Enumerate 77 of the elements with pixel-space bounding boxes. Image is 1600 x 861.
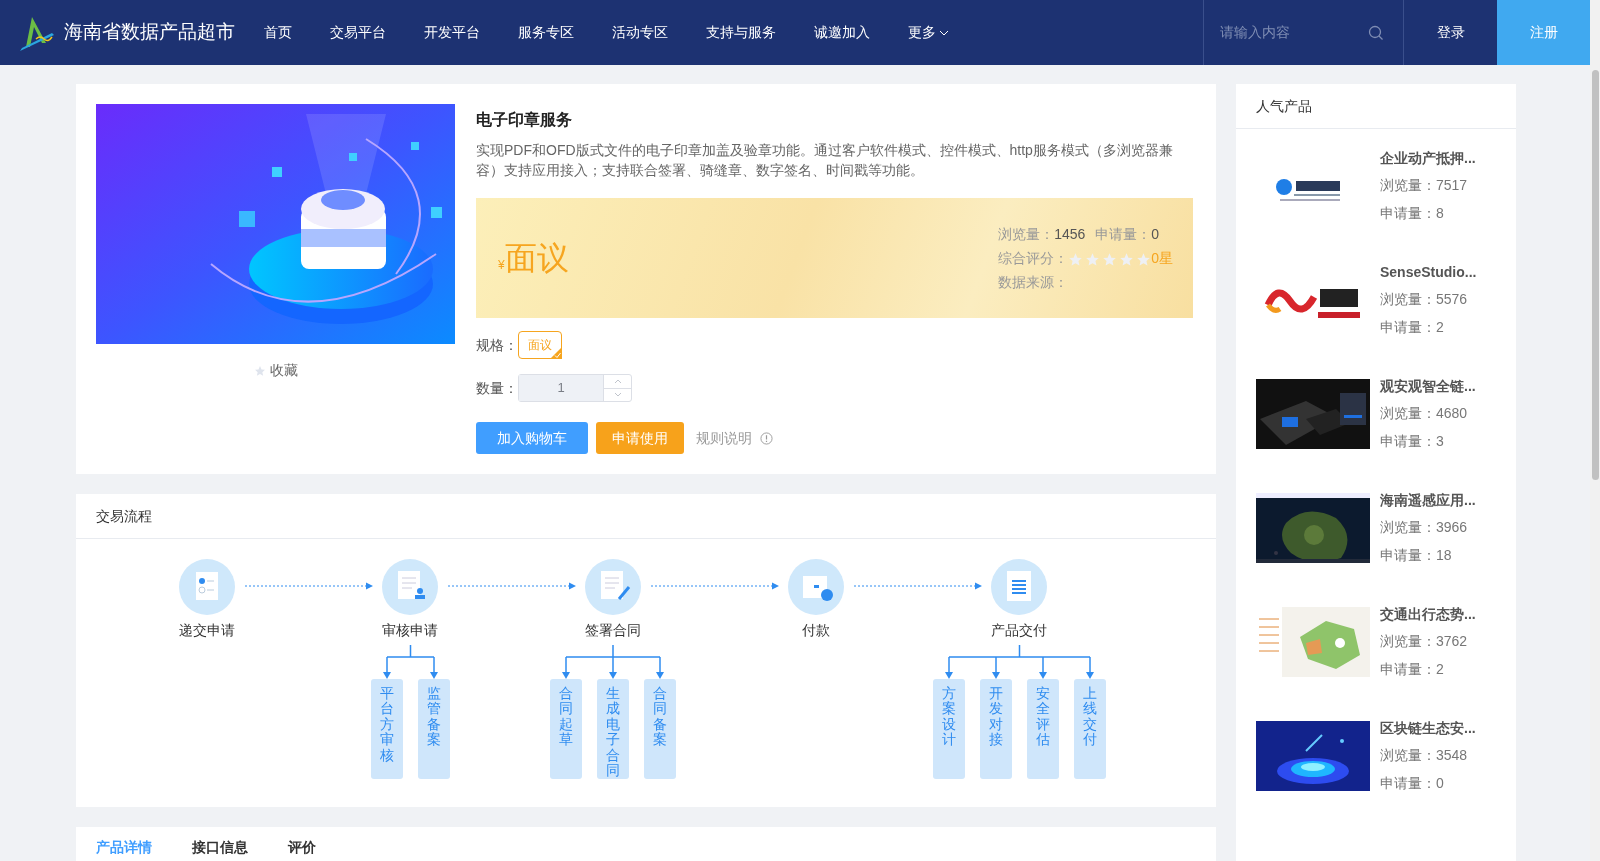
star-icon: [1102, 251, 1118, 267]
applies-count: 申请量：3: [1380, 431, 1445, 451]
form-icon: [179, 559, 235, 615]
views-count: 浏览量：4680: [1380, 403, 1469, 423]
nav-link[interactable]: 交易平台: [311, 0, 405, 65]
substep-box: 上线交付: [1073, 679, 1106, 779]
source-label: 数据来源：: [998, 274, 1069, 290]
star-icon: [1068, 251, 1084, 267]
tab[interactable]: 评价: [288, 838, 316, 856]
substep-box: 合同起草: [550, 679, 582, 779]
substep-box: 监管备案: [417, 679, 450, 779]
applies-label: 申请量：: [1095, 226, 1152, 242]
chevron-down-icon[interactable]: [939, 29, 949, 36]
views-count: 浏览量：7517: [1380, 175, 1469, 195]
views-value: 1456: [1054, 226, 1086, 242]
step-label: 产品交付: [991, 621, 1047, 640]
price-value: 面议: [504, 240, 569, 276]
check-corner-icon: [550, 347, 562, 359]
product-title: 电子印章服务: [476, 110, 573, 130]
views-count: 浏览量：3966: [1380, 517, 1469, 537]
stamp-document-icon: [382, 559, 438, 615]
scrollbar-thumb[interactable]: [1592, 70, 1599, 480]
applies-count: 申请量：8: [1380, 203, 1445, 223]
product-title[interactable]: 观安观智全链...: [1380, 375, 1476, 397]
search-field[interactable]: 请输入内容: [1218, 21, 1368, 44]
substep-box: 合同备案: [644, 679, 676, 779]
list-document-icon: [991, 559, 1047, 615]
nav-link[interactable]: 支持与服务: [687, 0, 795, 65]
nav-link[interactable]: 服务专区: [499, 0, 593, 65]
search-icon[interactable]: [1368, 24, 1384, 41]
views-count: 浏览量：5576: [1380, 289, 1469, 309]
section-title: 人气产品: [1256, 96, 1312, 116]
substep-box: 方案设计: [932, 679, 965, 779]
rating-label: 综合评分：: [998, 250, 1069, 266]
nav-link[interactable]: 更多: [889, 0, 968, 65]
product-title[interactable]: SenseStudio...: [1380, 261, 1477, 283]
applies-count: 申请量：2: [1380, 317, 1445, 337]
views-label: 浏览量：: [998, 226, 1055, 242]
star-icon: [1136, 251, 1152, 267]
nav-link[interactable]: 诚邀加入: [795, 0, 889, 65]
star-icon: [1119, 251, 1135, 267]
product-title[interactable]: 区块链生态安...: [1380, 717, 1476, 739]
product-title[interactable]: 海南遥感应用...: [1380, 489, 1476, 511]
nav-link[interactable]: 首页: [245, 0, 311, 65]
currency-symbol: ¥: [498, 258, 505, 272]
tab[interactable]: 接口信息: [192, 838, 248, 856]
applies-count: 申请量：2: [1380, 659, 1445, 679]
wallet-icon: [788, 559, 844, 615]
product-title[interactable]: 交通出行态势...: [1380, 603, 1476, 625]
views-count: 浏览量：3762: [1380, 631, 1469, 651]
favorite-link[interactable]: 收藏: [269, 360, 298, 381]
substep-box: 开发对接: [979, 679, 1012, 779]
quantity-label: 数量：: [476, 378, 518, 398]
applies-count: 申请量：18: [1380, 545, 1453, 565]
scrollbar[interactable]: [1590, 0, 1600, 861]
product-description: 实现PDF和OFD版式文件的电子印章加盖及验章功能。通过客户软件模式、控件模式、http服务模式（多浏览器兼容）支持应用接入；支持联合签署、骑缝章、数字签名、时间戳等功能。: [476, 141, 1174, 180]
product-title[interactable]: 企业动产抵押...: [1380, 147, 1476, 169]
section-title: 交易流程: [96, 506, 152, 526]
substep-box: 平台方审核: [370, 679, 403, 779]
step-label: 付款: [802, 621, 830, 640]
step-label: 审核申请: [382, 621, 438, 640]
info-icon[interactable]: [760, 431, 773, 445]
nav-link[interactable]: 活动专区: [593, 0, 687, 65]
site-title: 海南省数据产品超市: [64, 20, 235, 45]
applies-count: 申请量：0: [1380, 773, 1445, 793]
pen-document-icon: [585, 559, 641, 615]
substep-box: 安全评估: [1026, 679, 1059, 779]
step-label: 递交申请: [179, 621, 235, 640]
star-icon[interactable]: [253, 364, 266, 377]
star-icon: [1085, 251, 1101, 267]
spec-label: 规格：: [476, 335, 518, 355]
applies-value: 0: [1151, 226, 1160, 242]
nav-link[interactable]: 开发平台: [405, 0, 499, 65]
rating-value: 0星: [1151, 250, 1173, 266]
substep-box: 生成电子合同: [597, 679, 629, 779]
views-count: 浏览量：3548: [1380, 745, 1469, 765]
step-label: 签署合同: [585, 621, 641, 640]
